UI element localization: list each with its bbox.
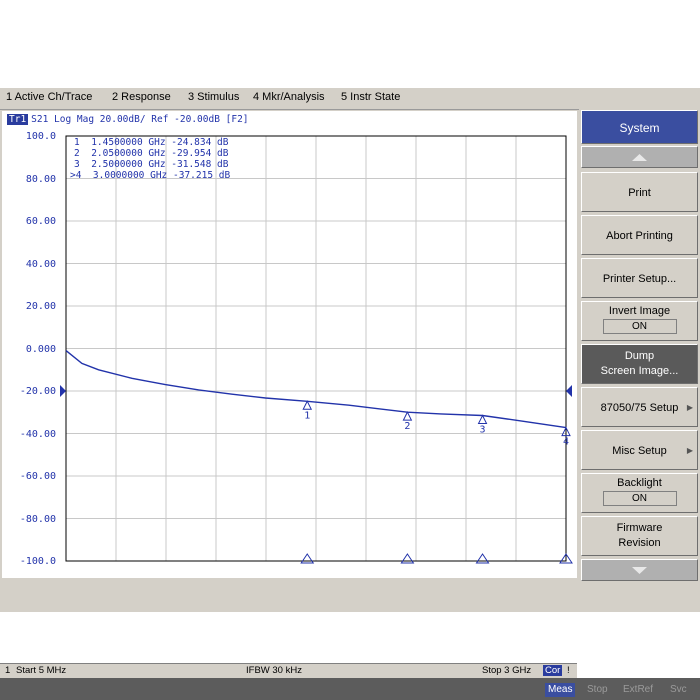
marker-value: -31.548 dB [171, 159, 229, 170]
indicator-svc: Svc [670, 684, 687, 695]
dump-label: Dump [624, 350, 655, 362]
firmware-label: Firmware [616, 522, 663, 534]
status-end-marker: ! [567, 665, 570, 676]
triangle-up-icon [632, 154, 647, 161]
marker-number-label: 3 [480, 425, 486, 436]
analyzer-screen: 1 Active Ch/Trace 2 Response 3 Stimulus … [0, 88, 700, 700]
backlight-value: ON [602, 491, 677, 506]
marker-row-1: 1 1.4500000 GHz -24.834 dB [74, 137, 228, 148]
ref-level-left-icon [60, 385, 66, 397]
revision-label: Revision [618, 537, 661, 549]
indicator-meas: Meas [545, 683, 576, 697]
marker-number-label: 4 [563, 437, 569, 448]
channel-number: 1 [5, 665, 11, 676]
indicator-extref: ExtRef [623, 684, 654, 695]
stop-frequency[interactable]: Stop 3 GHz [482, 665, 531, 676]
indicator-stop: Stop [587, 684, 608, 695]
marker-freq: 1.4500000 GHz [91, 137, 166, 148]
submenu-arrow-icon: ▶ [686, 403, 693, 412]
marker-triangle-icon [402, 411, 413, 421]
backlight-label: Backlight [617, 477, 662, 489]
printer-setup-button[interactable]: Printer Setup... [581, 258, 698, 298]
firmware-revision-button[interactable]: Firmware Revision [581, 516, 698, 556]
chart-panel: Tr1 S21 Log Mag 20.00dB/ Ref -20.00dB [F2… [2, 111, 577, 666]
marker-label: >4 [70, 170, 82, 181]
misc-setup-button[interactable]: Misc Setup ▶ [581, 430, 698, 470]
invert-image-value: ON [602, 319, 677, 334]
trace-plot: 12 34 [60, 135, 573, 564]
misc-setup-label: Misc Setup [612, 445, 667, 457]
scroll-up-button[interactable] [581, 146, 698, 168]
marker-row-3: 3 2.5000000 GHz -31.548 dB [74, 159, 228, 170]
marker-position-icon [300, 553, 315, 564]
marker-triangle-icon [477, 414, 488, 425]
menu-stimulus[interactable]: 3 Stimulus [188, 91, 239, 103]
softkey-panel: System Print Abort Printing Printer Setu… [579, 108, 700, 593]
marker-number-label: 2 [404, 421, 410, 432]
invert-image-toggle[interactable]: Invert Image ON [581, 301, 698, 341]
setup-87050-button[interactable]: 87050/75 Setup ▶ [581, 387, 698, 427]
marker-row-2: 2 2.0500000 GHz -29.954 dB [74, 148, 228, 159]
marker-freq: 2.0500000 GHz [91, 148, 166, 159]
dump-screen-image-button[interactable]: Dump Screen Image... [581, 344, 698, 384]
marker-freq: 3.0000000 GHz [92, 170, 168, 181]
marker-value: -37.215 dB [173, 170, 231, 181]
menu-mkr-analysis[interactable]: 4 Mkr/Analysis [253, 91, 325, 103]
marker-number-label: 1 [304, 410, 310, 421]
marker-triangle-icon [302, 400, 313, 410]
marker-label: 3 [74, 159, 80, 170]
marker-row-4: >4 3.0000000 GHz -37.215 dB [70, 170, 230, 181]
submenu-arrow-icon: ▶ [686, 446, 693, 455]
setup-87050-label: 87050/75 Setup [600, 402, 679, 414]
marker-label: 1 [74, 137, 80, 148]
marker-position-icon [400, 553, 415, 564]
ref-level-right-icon [566, 385, 572, 397]
screen-image-label: Screen Image... [600, 365, 679, 377]
indicator-strip: Meas Stop ExtRef Svc [0, 678, 700, 700]
menu-active-ch-trace[interactable]: 1 Active Ch/Trace [6, 91, 92, 103]
triangle-down-icon [632, 567, 647, 574]
invert-image-label: Invert Image [608, 305, 671, 317]
menu-bar: 1 Active Ch/Trace 2 Response 3 Stimulus … [0, 88, 700, 110]
marker-freq: 2.5000000 GHz [91, 159, 166, 170]
correction-badge: Cor [543, 665, 563, 676]
status-bar: 1 Start 5 MHz IFBW 30 kHz Stop 3 GHz Cor… [0, 663, 577, 678]
marker-label: 2 [74, 148, 80, 159]
marker-value: -29.954 dB [171, 148, 229, 159]
abort-printing-button[interactable]: Abort Printing [581, 215, 698, 255]
print-button[interactable]: Print [581, 172, 698, 212]
scroll-down-button[interactable] [581, 559, 698, 581]
marker-position-icon [475, 553, 490, 564]
menu-instr-state[interactable]: 5 Instr State [341, 91, 400, 103]
marker-value: -24.834 dB [171, 137, 229, 148]
start-frequency[interactable]: Start 5 MHz [16, 665, 66, 676]
backlight-toggle[interactable]: Backlight ON [581, 473, 698, 513]
softkey-title-system: System [581, 110, 698, 144]
if-bandwidth[interactable]: IFBW 30 kHz [246, 665, 302, 676]
menu-response[interactable]: 2 Response [112, 91, 171, 103]
